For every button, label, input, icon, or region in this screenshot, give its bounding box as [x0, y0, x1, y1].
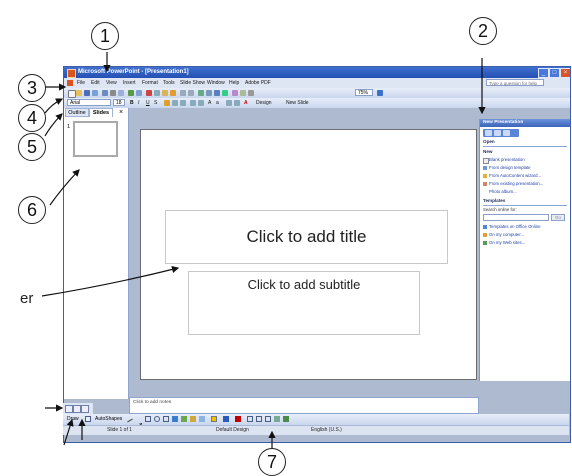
- callout-4: 4: [18, 104, 46, 132]
- callout-2: 2: [469, 17, 497, 45]
- callout-7: 7: [258, 448, 286, 476]
- arrow-6-slides-pane: [49, 169, 80, 206]
- arrow-view-icon-a: [63, 418, 74, 446]
- callout-3: 3: [18, 74, 46, 102]
- callout-6: 6: [18, 196, 46, 224]
- arrow-slide-area: [41, 265, 180, 297]
- arrow-4-toolbar: [44, 98, 64, 114]
- callout-fragment-label: er: [20, 290, 34, 307]
- callout-1: 1: [91, 22, 119, 50]
- annotation-arrows: [41, 52, 486, 451]
- callout-5: 5: [18, 133, 46, 161]
- arrow-5-formatting: [44, 113, 63, 137]
